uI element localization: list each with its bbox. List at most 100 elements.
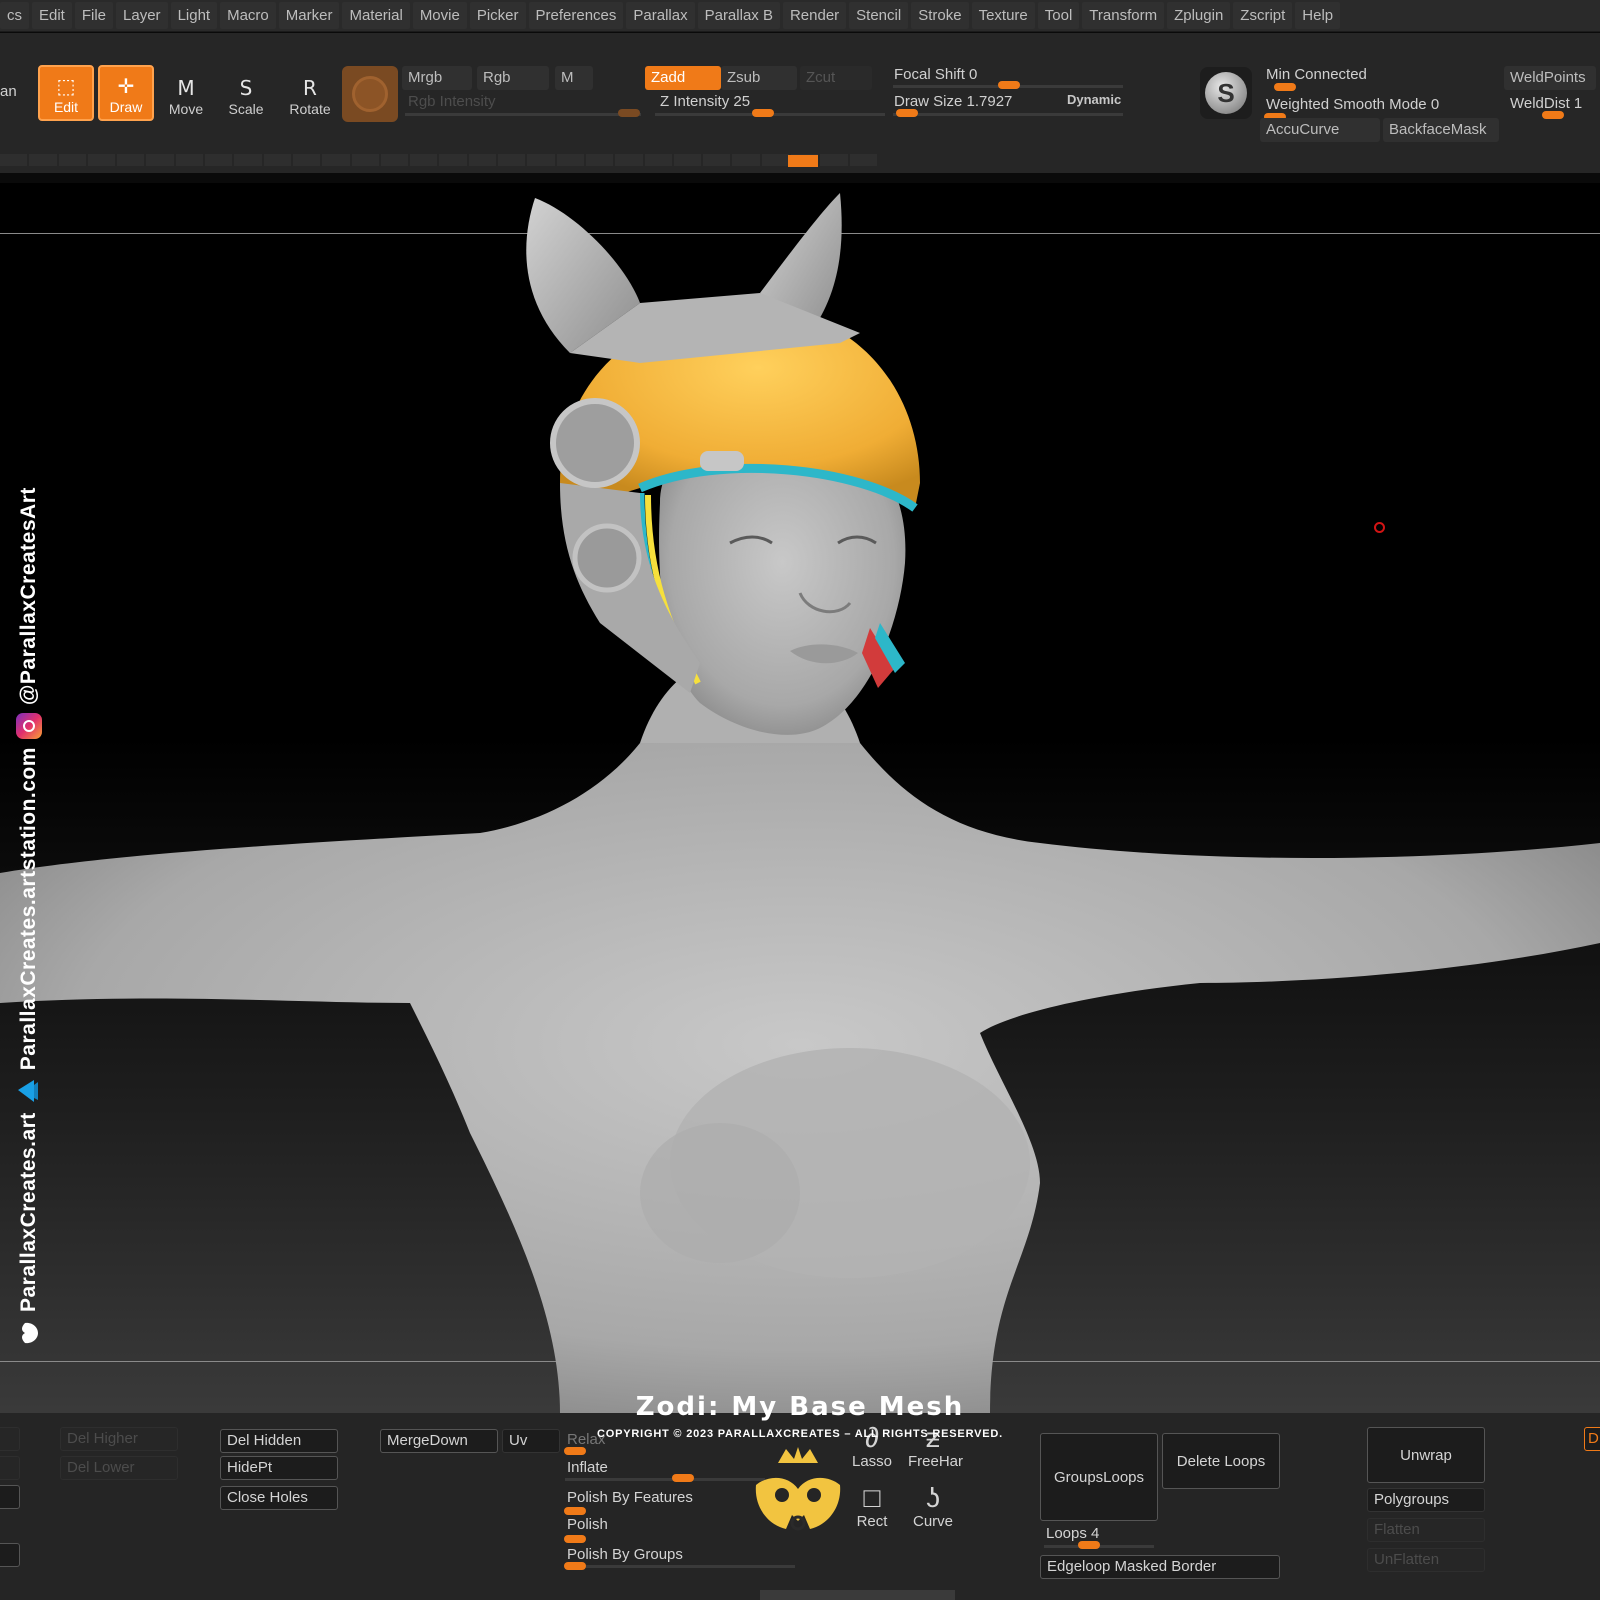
timeline-segment[interactable] <box>468 154 497 166</box>
accucurve-button[interactable]: AccuCurve <box>1260 118 1380 142</box>
polish-by-features-knob[interactable] <box>564 1507 586 1515</box>
timeline-segment[interactable] <box>205 154 233 166</box>
timeline-segment[interactable] <box>234 154 262 166</box>
menu-item-file[interactable]: File <box>74 2 114 29</box>
menu-item-stencil[interactable]: Stencil <box>849 2 909 29</box>
menu-item-cs[interactable]: cs <box>0 2 29 29</box>
z-intensity-knob[interactable] <box>752 109 774 117</box>
menu-item-transform[interactable]: Transform <box>1082 2 1165 29</box>
timeline-segment[interactable] <box>292 154 321 166</box>
timeline-segment[interactable] <box>351 154 379 166</box>
delete-loops-button[interactable]: Delete Loops <box>1162 1433 1280 1489</box>
draw-button[interactable]: ✛ Draw <box>98 65 154 121</box>
timeline-segment[interactable] <box>644 154 672 166</box>
timeline-segment[interactable] <box>761 154 790 166</box>
menu-item-stroke[interactable]: Stroke <box>911 2 969 29</box>
menu-item-material[interactable]: Material <box>342 2 410 29</box>
timeline-segment[interactable] <box>703 154 731 166</box>
rgb-button[interactable]: Rgb <box>477 66 549 90</box>
weldpoints-button[interactable]: WeldPoints <box>1504 66 1596 90</box>
timeline-segment[interactable] <box>29 154 57 166</box>
mrgb-button[interactable]: Mrgb <box>402 66 472 90</box>
edgeloop-masked-border-button[interactable]: Edgeloop Masked Border <box>1040 1555 1280 1579</box>
timeline-segment[interactable] <box>0 154 28 166</box>
timeline-segment[interactable] <box>117 154 145 166</box>
timeline-segment[interactable] <box>87 154 116 166</box>
loops-knob[interactable] <box>1078 1541 1100 1549</box>
menu-item-tool[interactable]: Tool <box>1037 2 1080 29</box>
inflate-knob[interactable] <box>672 1474 694 1482</box>
timeline-segment[interactable] <box>322 154 350 166</box>
polish-by-groups-slider[interactable] <box>565 1565 795 1568</box>
scale-button[interactable]: S Scale <box>218 65 274 121</box>
menu-item-zplugin[interactable]: Zplugin <box>1167 2 1231 29</box>
menu-item-edit[interactable]: Edit <box>32 2 72 29</box>
timeline-segment[interactable] <box>146 154 174 166</box>
timeline-segment[interactable] <box>410 154 438 166</box>
timeline-segment[interactable] <box>58 154 86 166</box>
polish-by-groups-knob[interactable] <box>564 1562 586 1570</box>
zadd-button[interactable]: Zadd <box>645 66 721 90</box>
timeline-track[interactable] <box>0 154 877 166</box>
timeline-segment[interactable] <box>820 154 848 166</box>
timeline-marker[interactable] <box>788 155 818 167</box>
draw-size-slider[interactable] <box>893 113 1123 116</box>
timeline-segment[interactable] <box>263 154 291 166</box>
timeline-segment[interactable] <box>527 154 555 166</box>
dynamic-toggle[interactable]: Dynamic <box>1067 92 1121 107</box>
m-button[interactable]: M <box>555 66 593 90</box>
timeline-segment[interactable] <box>673 154 702 166</box>
menu-item-parallax[interactable]: Parallax <box>626 2 695 29</box>
menu-item-movie[interactable]: Movie <box>412 2 467 29</box>
menu-item-layer[interactable]: Layer <box>116 2 168 29</box>
menu-item-light[interactable]: Light <box>170 2 218 29</box>
timeline-segment[interactable] <box>498 154 526 166</box>
draw-size-knob[interactable] <box>896 109 918 117</box>
rotate-button[interactable]: R Rotate <box>282 65 338 121</box>
menu-item-marker[interactable]: Marker <box>278 2 340 29</box>
timeline-segment[interactable] <box>732 154 760 166</box>
menu-item-render[interactable]: Render <box>782 2 847 29</box>
scroll-indicator[interactable] <box>760 1590 955 1600</box>
zcut-button[interactable]: Zcut <box>800 66 872 90</box>
menu-item-help[interactable]: Help <box>1295 2 1341 29</box>
partial-button-3[interactable] <box>0 1485 20 1509</box>
inflate-slider[interactable] <box>565 1478 765 1481</box>
focal-shift-knob[interactable] <box>998 81 1020 89</box>
edit-button[interactable]: ⬚ Edit <box>38 65 94 121</box>
welddist-knob[interactable] <box>1542 111 1564 119</box>
del-lower-button[interactable]: Del Lower <box>60 1456 178 1480</box>
menu-item-parallax-b[interactable]: Parallax B <box>697 2 780 29</box>
timeline-segment[interactable] <box>556 154 584 166</box>
timeline-segment[interactable] <box>585 154 614 166</box>
menu-item-picker[interactable]: Picker <box>469 2 526 29</box>
canvas-viewport[interactable] <box>0 183 1600 1413</box>
timeline-segment[interactable] <box>439 154 467 166</box>
polygroups-button[interactable]: Polygroups <box>1367 1488 1485 1512</box>
flatten-button[interactable]: Flatten <box>1367 1518 1485 1542</box>
rgb-intensity-knob[interactable] <box>618 109 640 117</box>
close-holes-button[interactable]: Close Holes <box>220 1486 338 1510</box>
timeline-segment[interactable] <box>175 154 204 166</box>
hidept-button[interactable]: HidePt <box>220 1456 338 1480</box>
zremesher-button[interactable]: S <box>1200 67 1252 119</box>
polish-knob[interactable] <box>564 1535 586 1543</box>
timeline-segment[interactable] <box>380 154 409 166</box>
partial-button-4[interactable] <box>0 1543 20 1567</box>
partial-button-2[interactable] <box>0 1456 20 1480</box>
timeline-segment[interactable] <box>849 154 877 166</box>
menu-item-zscript[interactable]: Zscript <box>1233 2 1293 29</box>
unflatten-button[interactable]: UnFlatten <box>1367 1548 1485 1572</box>
menu-item-preferences[interactable]: Preferences <box>528 2 624 29</box>
move-button[interactable]: M Move <box>158 65 214 121</box>
rect-tool[interactable]: □ Rect <box>847 1483 897 1531</box>
menu-item-texture[interactable]: Texture <box>971 2 1035 29</box>
rgb-intensity-slider[interactable] <box>405 113 641 116</box>
menu-item-macro[interactable]: Macro <box>220 2 276 29</box>
relax-knob[interactable] <box>564 1447 586 1455</box>
curve-tool[interactable]: ʖ Curve <box>908 1483 958 1531</box>
material-swatch[interactable] <box>342 66 398 122</box>
backfacemask-button[interactable]: BackfaceMask <box>1383 118 1499 142</box>
zsub-button[interactable]: Zsub <box>721 66 797 90</box>
min-connected-knob[interactable] <box>1274 83 1296 91</box>
